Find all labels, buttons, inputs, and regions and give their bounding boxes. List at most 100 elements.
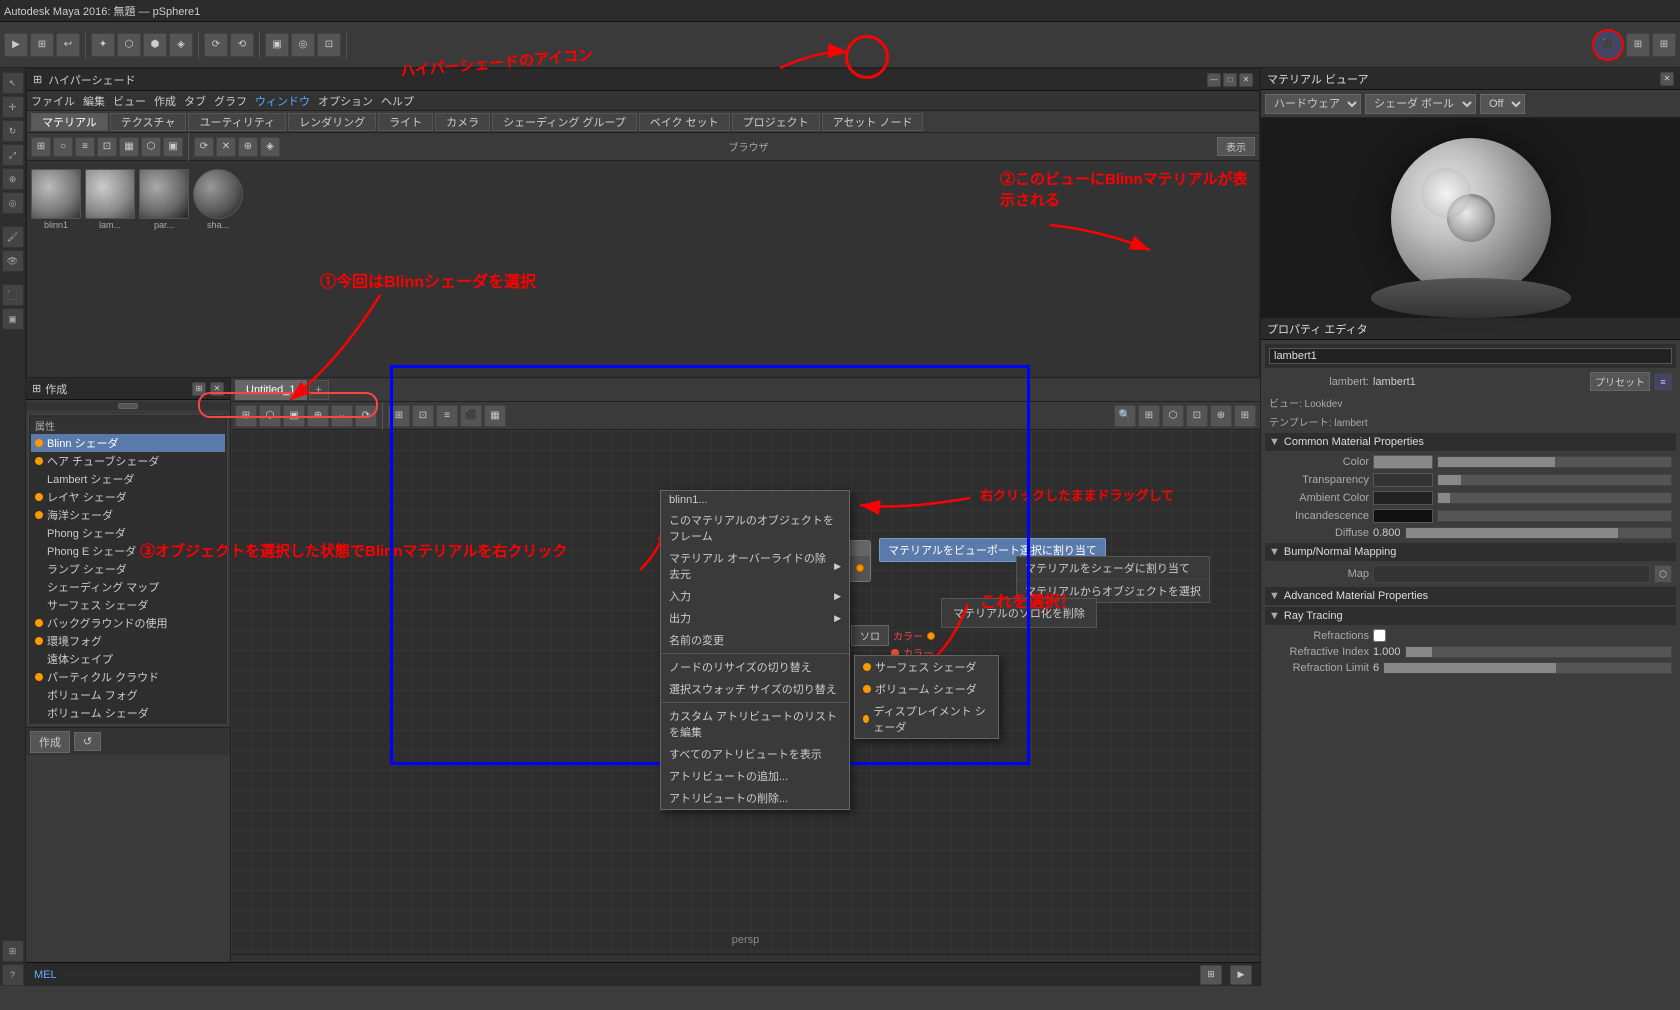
color-swatch[interactable]	[1373, 455, 1433, 469]
attr-item-4[interactable]: 海洋シェーダ	[31, 506, 225, 524]
assign-to-shader[interactable]: マテリアルをシェーダに割り当て	[1017, 557, 1209, 580]
ne-tool-10[interactable]: ⬛	[460, 405, 482, 427]
hypershade-close[interactable]: ✕	[1239, 73, 1253, 87]
node-name-input[interactable]	[1269, 348, 1672, 364]
attr-item-14[interactable]: ボリューム フォグ	[31, 686, 225, 704]
attr-item-6[interactable]: Phong E シェーダ	[31, 542, 225, 560]
ray-tracing-section[interactable]: ▼ Ray Tracing	[1265, 607, 1676, 625]
ctx-show-all[interactable]: すべてのアトリビュートを表示	[661, 743, 849, 765]
attr-item-11[interactable]: 環境フォグ	[31, 632, 225, 650]
ctx-blinn1[interactable]: blinn1...	[661, 491, 849, 509]
attr-item-2[interactable]: Lambert シェーダ	[31, 470, 225, 488]
ne-tab-untitled[interactable]: Untitled_1	[235, 380, 307, 400]
ne-tool-1[interactable]: ⊞	[235, 405, 257, 427]
hs-menu-help[interactable]: ヘルプ	[381, 93, 414, 109]
hs-menu-window[interactable]: ウィンドウ	[255, 93, 310, 109]
transparency-slider[interactable]	[1437, 474, 1672, 486]
creation-panel-resize[interactable]: ⊞	[192, 382, 206, 396]
tool-render1[interactable]: ⬛	[2, 284, 24, 306]
material-thumb-blinn1[interactable]: blinn1	[31, 169, 81, 230]
show-button[interactable]: 表示	[1217, 137, 1255, 156]
ctx-remove-override[interactable]: マテリアル オーバーライドの除去元	[661, 547, 849, 585]
refraction-limit-slider[interactable]	[1383, 662, 1672, 674]
color-slider[interactable]	[1437, 456, 1672, 468]
ne-tool-6[interactable]: ⟳	[355, 405, 377, 427]
material-thumb-lambert[interactable]: lam...	[85, 169, 135, 230]
hs-tool-5[interactable]: ▦	[119, 137, 139, 157]
tool-show[interactable]: 👁	[2, 250, 24, 272]
attr-item-3[interactable]: レイヤ シェーダ	[31, 488, 225, 506]
tool-snap[interactable]: ⊞	[2, 940, 24, 962]
hs-tool-11[interactable]: ◈	[260, 137, 280, 157]
sub-surface[interactable]: サーフェス シェーダ	[855, 656, 998, 678]
common-mat-section[interactable]: ▼ Common Material Properties	[1265, 433, 1676, 451]
attr-item-13[interactable]: パーティクル クラウド	[31, 668, 225, 686]
ne-tool-7[interactable]: ⊞	[388, 405, 410, 427]
hypershade-maximize[interactable]: □	[1223, 73, 1237, 87]
hs-tool-2[interactable]: ○	[53, 137, 73, 157]
tab-bake[interactable]: ベイク セット	[639, 113, 730, 131]
toolbar-btn-11[interactable]: ◎	[291, 33, 315, 57]
refractive-slider[interactable]	[1405, 646, 1672, 658]
isolate-solo[interactable]: マテリアルのソロ化を削除	[945, 602, 1093, 624]
tab-projects[interactable]: プロジェクト	[732, 113, 820, 131]
material-thumb-particle[interactable]: par...	[139, 169, 189, 230]
ctx-rename[interactable]: 名前の変更	[661, 629, 849, 651]
tab-textures[interactable]: テクスチャ	[110, 113, 187, 131]
tool-soft[interactable]: ◎	[2, 192, 24, 214]
map-browse[interactable]: ⬡	[1654, 565, 1672, 583]
mv-close[interactable]: ✕	[1660, 72, 1674, 86]
create-button[interactable]: 作成	[30, 731, 70, 753]
attr-item-12[interactable]: 遠体シェイプ	[31, 650, 225, 668]
toolbar-btn-7[interactable]: ◈	[169, 33, 193, 57]
hs-tool-3[interactable]: ≡	[75, 137, 95, 157]
attr-item-10[interactable]: バックグラウンドの使用	[31, 614, 225, 632]
ctx-frame-objects[interactable]: このマテリアルのオブジェクトをフレーム	[661, 509, 849, 547]
sub-volume[interactable]: ボリューム シェーダ	[855, 678, 998, 700]
toolbar-btn-3[interactable]: ↩	[56, 33, 80, 57]
tool-scale[interactable]: ⤢	[2, 144, 24, 166]
toolbar-btn-10[interactable]: ▣	[265, 33, 289, 57]
ambient-slider[interactable]	[1437, 492, 1672, 504]
bump-section[interactable]: ▼ Bump/Normal Mapping	[1265, 543, 1676, 561]
tool-universal[interactable]: ⊕	[2, 168, 24, 190]
blinn1-port-out[interactable]	[856, 564, 864, 572]
toolbar-btn-6[interactable]: ⬢	[143, 33, 167, 57]
tab-camera[interactable]: カメラ	[435, 113, 490, 131]
render-button[interactable]: ⬛	[1592, 29, 1624, 61]
tab-lights[interactable]: ライト	[378, 113, 433, 131]
hs-menu-view[interactable]: ビュー	[113, 93, 146, 109]
hs-tool-9[interactable]: ✕	[216, 137, 236, 157]
tool-render2[interactable]: ▣	[2, 308, 24, 330]
ne-tool-4[interactable]: ⊕	[307, 405, 329, 427]
attr-item-5[interactable]: Phong シェーダ	[31, 524, 225, 542]
ne-zoom-in[interactable]: 🔍	[1114, 405, 1136, 427]
creation-panel-close[interactable]: ✕	[210, 382, 224, 396]
ne-tool-2[interactable]: ⬡	[259, 405, 281, 427]
color-port[interactable]	[927, 632, 935, 640]
hs-tool-4[interactable]: ⊡	[97, 137, 117, 157]
canvas-scrollbar-h[interactable]	[231, 954, 1260, 962]
ne-tool-5[interactable]: ↔	[331, 405, 353, 427]
diffuse-slider[interactable]	[1405, 527, 1672, 539]
ctx-custom-attr[interactable]: カスタム アトリビュートのリストを編集	[661, 705, 849, 743]
ambient-swatch[interactable]	[1373, 491, 1433, 505]
hs-menu-options[interactable]: オプション	[318, 93, 373, 109]
hs-menu-tab[interactable]: タブ	[184, 93, 206, 109]
hs-menu-graph[interactable]: グラフ	[214, 93, 247, 109]
tab-utilities[interactable]: ユーティリティ	[188, 113, 286, 131]
incandescence-slider[interactable]	[1437, 510, 1672, 522]
status-btn-1[interactable]: ⊞	[1200, 965, 1222, 985]
toolbar-btn-8[interactable]: ⟳	[204, 33, 228, 57]
tab-rendering[interactable]: レンダリング	[288, 113, 376, 131]
toolbar-btn-9[interactable]: ⟲	[230, 33, 254, 57]
refractions-checkbox[interactable]	[1373, 629, 1386, 642]
ne-tool-9[interactable]: ≡	[436, 405, 458, 427]
preset-icon[interactable]: ≡	[1654, 373, 1672, 391]
attr-item-9[interactable]: サーフェス シェーダ	[31, 596, 225, 614]
ne-tool-14[interactable]: ⊕	[1210, 405, 1232, 427]
hs-tool-8[interactable]: ⟳	[194, 137, 214, 157]
tab-assets[interactable]: アセット ノード	[822, 113, 924, 131]
off-select[interactable]: Off	[1480, 94, 1525, 114]
tool-help[interactable]: ?	[2, 964, 24, 986]
